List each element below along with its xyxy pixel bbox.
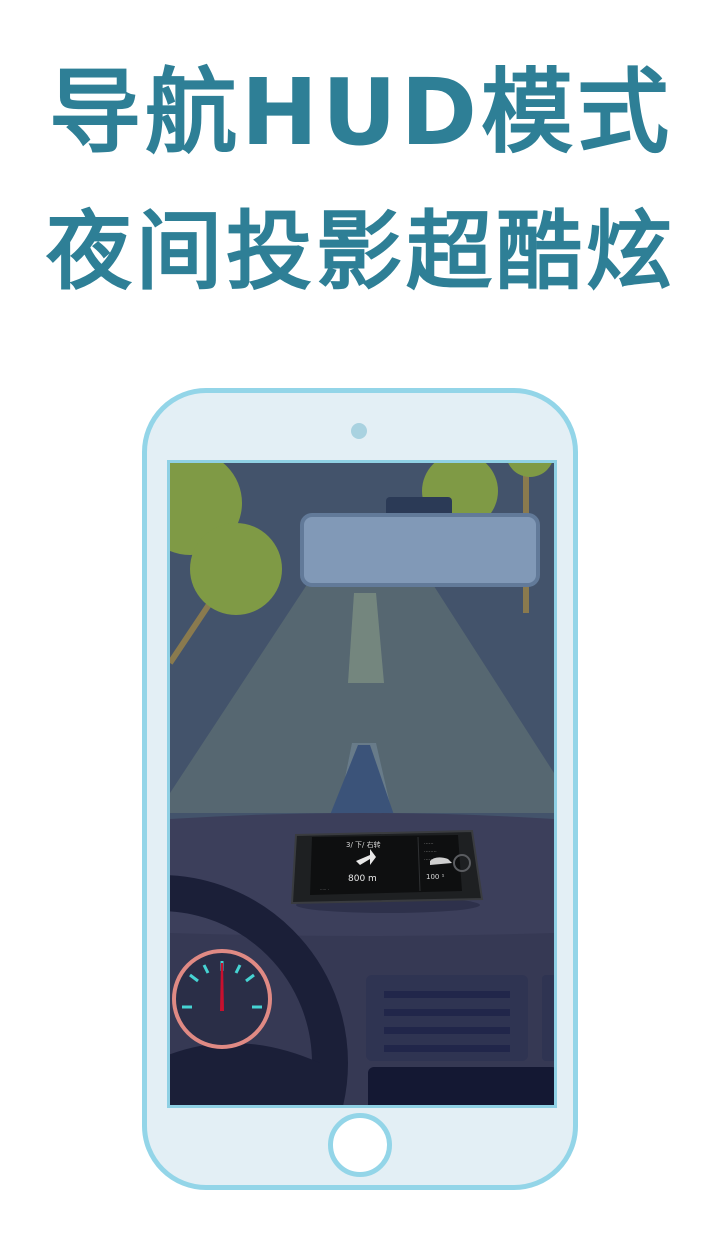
headline-line-1: 导航HUD模式: [48, 59, 674, 166]
vent-slat: [384, 1027, 510, 1034]
hud-footer-text: ····· ·: [320, 887, 329, 892]
vent-slat: [384, 1009, 510, 1016]
night-driving-illustration: 3/ 下/ 右转 800 m ······ ········ ····· 100…: [170, 463, 554, 1105]
phone-screen: 3/ 下/ 右转 800 m ······ ········ ····· 100…: [167, 460, 557, 1108]
headline-line-2: 夜间投影超酷炫: [46, 202, 676, 302]
hud-side-line: ········: [424, 849, 437, 855]
hud-side-line: ·····: [424, 857, 432, 863]
hud-side-line: ······: [424, 841, 434, 847]
front-camera: [351, 423, 367, 439]
home-button[interactable]: [328, 1113, 392, 1177]
hud-phone: 3/ 下/ 右转 800 m ······ ········ ····· 100…: [290, 829, 484, 913]
hud-distance-text: 800 m: [348, 874, 377, 884]
console-screen: [368, 1067, 554, 1105]
hud-speed-text: 100 ¹: [426, 873, 445, 881]
tree: [190, 523, 282, 615]
rear-view-mirror: [300, 513, 540, 587]
vent-slat: [384, 991, 510, 998]
air-vent: [542, 975, 554, 1061]
hud-maneuver-text: 3/ 下/ 右转: [346, 840, 381, 849]
vent-slat: [384, 1045, 510, 1052]
